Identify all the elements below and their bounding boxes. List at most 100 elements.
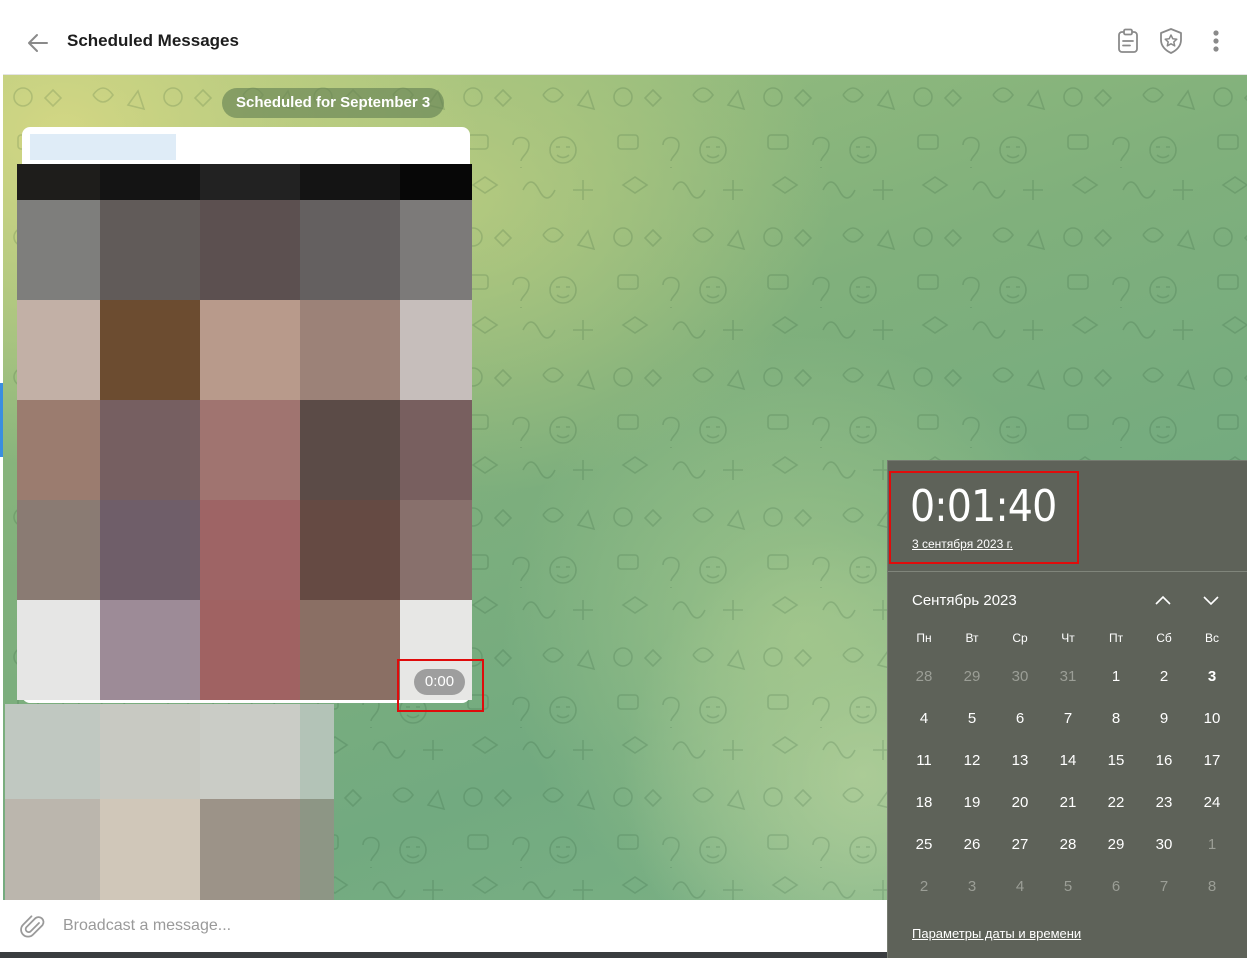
calendar-day[interactable]: 8 bbox=[1188, 866, 1236, 908]
photo-pixel-block bbox=[200, 600, 300, 700]
photo-pixel-block bbox=[300, 200, 400, 300]
calendar-day-number: 31 bbox=[1059, 668, 1077, 685]
page-title: Scheduled Messages bbox=[67, 31, 239, 50]
calendar-day[interactable]: 9 bbox=[1140, 698, 1188, 740]
calendar-day[interactable]: 2 bbox=[900, 866, 948, 908]
message-input[interactable] bbox=[63, 912, 823, 940]
calendar-day[interactable]: 25 bbox=[900, 824, 948, 866]
calendar-day[interactable]: 8 bbox=[1092, 698, 1140, 740]
calendar-day[interactable]: 22 bbox=[1092, 782, 1140, 824]
calendar-day[interactable]: 1 bbox=[1092, 656, 1140, 698]
photo-pixel-block bbox=[200, 500, 300, 600]
calendar-day[interactable]: 24 bbox=[1188, 782, 1236, 824]
calendar-day[interactable]: 30 bbox=[1140, 824, 1188, 866]
photo-pixel-block bbox=[100, 200, 200, 300]
calendar-day-number: 27 bbox=[1011, 836, 1029, 853]
calendar-day[interactable]: 16 bbox=[1140, 740, 1188, 782]
photo-pixel-block bbox=[5, 799, 100, 900]
pinned-notes-button[interactable] bbox=[1113, 26, 1143, 56]
sender-name-placeholder bbox=[30, 134, 176, 160]
calendar-day[interactable]: 5 bbox=[948, 698, 996, 740]
calendar-day[interactable]: 23 bbox=[1140, 782, 1188, 824]
more-options-button[interactable] bbox=[1201, 26, 1231, 56]
previous-month-button[interactable] bbox=[1150, 589, 1176, 611]
calendar-day-number: 20 bbox=[1011, 794, 1029, 811]
pixelated-photo[interactable] bbox=[17, 164, 472, 700]
calendar-day[interactable]: 4 bbox=[996, 866, 1044, 908]
clock-date-link[interactable]: 3 сентября 2023 г. bbox=[912, 537, 1013, 551]
calendar-day[interactable]: 31 bbox=[1044, 656, 1092, 698]
calendar-day[interactable]: 3 bbox=[948, 866, 996, 908]
clipboard-icon bbox=[1118, 28, 1138, 53]
calendar-day[interactable]: 29 bbox=[948, 656, 996, 698]
photo-pixel-block bbox=[400, 200, 472, 300]
weekday-label: Сб bbox=[1156, 631, 1172, 645]
pixelated-photo-lower[interactable] bbox=[5, 704, 334, 900]
attach-button[interactable] bbox=[18, 912, 48, 942]
calendar-day-grid: 28 29 30 31 1 2 3 4 5 6 7 8 9 10 11 12 13 14 15 16 17 18 19 20 2… bbox=[900, 656, 1236, 908]
photo-pixel-block bbox=[100, 799, 200, 900]
weekday-label: Вс bbox=[1204, 631, 1219, 645]
clock-time: 0:01:40 bbox=[910, 481, 1057, 532]
calendar-day-number: 23 bbox=[1155, 794, 1173, 811]
calendar-day-number: 1 bbox=[1111, 668, 1121, 685]
calendar-day[interactable]: 19 bbox=[948, 782, 996, 824]
photo-pixel-block bbox=[5, 704, 100, 799]
photo-pixel-block bbox=[300, 799, 334, 900]
calendar-day[interactable]: 28 bbox=[900, 656, 948, 698]
calendar-day[interactable]: 15 bbox=[1092, 740, 1140, 782]
calendar-day-number: 1 bbox=[1207, 836, 1217, 853]
photo-pixel-block bbox=[200, 799, 300, 900]
calendar-day[interactable]: 18 bbox=[900, 782, 948, 824]
calendar-day-number: 4 bbox=[919, 710, 929, 727]
calendar-day-number: 25 bbox=[915, 836, 933, 853]
photo-pixel-block bbox=[17, 500, 100, 600]
calendar-day[interactable]: 10 bbox=[1188, 698, 1236, 740]
calendar-day[interactable]: 1 bbox=[1188, 824, 1236, 866]
photo-pixel-block bbox=[300, 704, 334, 799]
photo-pixel-block bbox=[300, 164, 400, 200]
calendar-day[interactable]: 30 bbox=[996, 656, 1044, 698]
admin-badge-button[interactable] bbox=[1156, 26, 1186, 56]
calendar-day[interactable]: 7 bbox=[1044, 698, 1092, 740]
calendar-day-number: 11 bbox=[916, 752, 932, 769]
calendar-day-number: 2 bbox=[919, 878, 929, 895]
calendar-day-number: 22 bbox=[1107, 794, 1125, 811]
calendar-day[interactable]: 29 bbox=[1092, 824, 1140, 866]
calendar-day-number: 17 bbox=[1203, 752, 1221, 769]
chevron-down-icon bbox=[1203, 596, 1219, 606]
calendar-day[interactable]: 12 bbox=[948, 740, 996, 782]
calendar-day[interactable]: 26 bbox=[948, 824, 996, 866]
calendar-day[interactable]: 7 bbox=[1140, 866, 1188, 908]
calendar-day[interactable]: 28 bbox=[1044, 824, 1092, 866]
calendar-day[interactable]: 11 bbox=[900, 740, 948, 782]
scheduled-date-pill: Scheduled for September 3 bbox=[222, 88, 445, 118]
calendar-day[interactable]: 4 bbox=[900, 698, 948, 740]
calendar-day[interactable]: 17 bbox=[1188, 740, 1236, 782]
calendar-day-number: 10 bbox=[1203, 710, 1221, 727]
back-button[interactable] bbox=[23, 28, 53, 58]
calendar-day-number: 9 bbox=[1159, 710, 1169, 727]
calendar-day-number: 24 bbox=[1203, 794, 1221, 811]
calendar-day[interactable]: 13 bbox=[996, 740, 1044, 782]
calendar-day-number: 3 bbox=[1207, 668, 1217, 685]
calendar-day[interactable]: 6 bbox=[996, 698, 1044, 740]
calendar-day[interactable]: 20 bbox=[996, 782, 1044, 824]
calendar-day[interactable]: 14 bbox=[1044, 740, 1092, 782]
month-label[interactable]: Сентябрь 2023 bbox=[912, 592, 1017, 609]
next-month-button[interactable] bbox=[1198, 589, 1224, 611]
calendar-day-number: 28 bbox=[1059, 836, 1077, 853]
calendar-day-number: 5 bbox=[967, 710, 977, 727]
calendar-day[interactable]: 27 bbox=[996, 824, 1044, 866]
shield-star-icon bbox=[1160, 28, 1182, 54]
calendar-day[interactable]: 5 bbox=[1044, 866, 1092, 908]
more-vertical-icon bbox=[1213, 30, 1219, 52]
calendar-day-number: 2 bbox=[1159, 668, 1169, 685]
date-time-settings-link[interactable]: Параметры даты и времени bbox=[912, 926, 1081, 941]
calendar-day[interactable]: 21 bbox=[1044, 782, 1092, 824]
calendar-day-selected[interactable]: 3 bbox=[1188, 656, 1236, 698]
photo-pixel-block bbox=[300, 500, 400, 600]
calendar-day[interactable]: 2 bbox=[1140, 656, 1188, 698]
calendar-day[interactable]: 6 bbox=[1092, 866, 1140, 908]
calendar-day-number: 30 bbox=[1011, 668, 1029, 685]
